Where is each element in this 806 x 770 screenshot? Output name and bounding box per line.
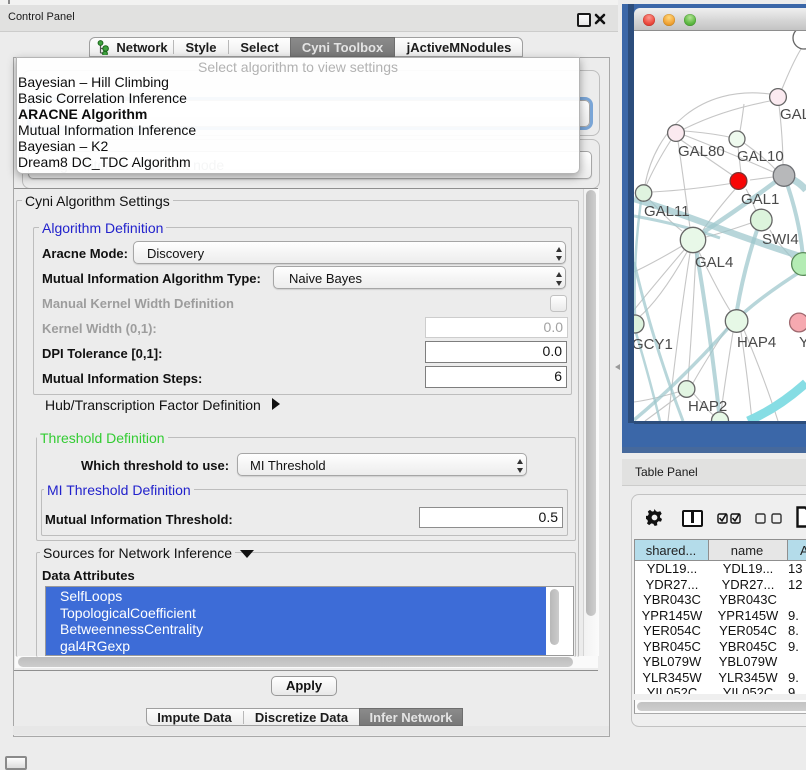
svg-text:GAL7: GAL7	[780, 106, 806, 123]
svg-text:Y: Y	[799, 334, 806, 351]
svg-text:HAP4: HAP4	[737, 334, 776, 351]
svg-text:GAL1: GAL1	[741, 191, 779, 208]
svg-text:GAL80: GAL80	[678, 143, 725, 160]
svg-text:SWI4: SWI4	[762, 231, 799, 248]
svg-text:GAL10: GAL10	[737, 148, 784, 165]
svg-text:HAP2: HAP2	[688, 398, 727, 415]
svg-text:GAL4: GAL4	[695, 254, 733, 271]
svg-text:GCY1: GCY1	[634, 336, 673, 353]
svg-text:GAL11: GAL11	[644, 203, 690, 220]
